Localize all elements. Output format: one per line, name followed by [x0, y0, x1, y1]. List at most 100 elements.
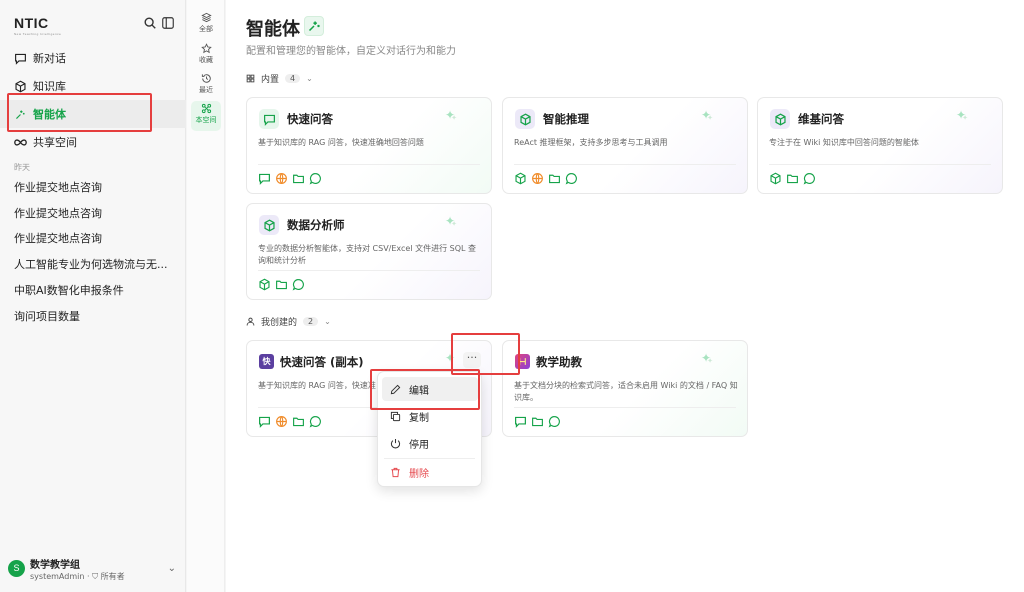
agent-context-menu: 编辑 复制 停用 删除 — [377, 371, 482, 487]
globe-tool-icon — [532, 173, 543, 184]
group-count: 4 — [285, 74, 301, 83]
search-icon[interactable] — [143, 16, 157, 30]
menu-item-disable[interactable]: 停用 — [382, 431, 478, 455]
globe-tool-icon — [276, 173, 287, 184]
sparkle-decor-icon: ✦ — [962, 114, 968, 122]
infinity-icon — [14, 138, 27, 146]
user-menu[interactable]: S 数学教学组 systemAdmin · ⛉ 所有者 ⌄ — [8, 554, 180, 586]
nav-item-agents[interactable]: 智能体 — [0, 100, 186, 128]
rail-item-this-space[interactable]: 本空间 — [191, 101, 221, 131]
layers-icon — [200, 12, 212, 23]
sparkle-decor-icon: ✦ — [451, 220, 457, 228]
globe-tool-icon — [276, 416, 287, 427]
logo-text: NTIC — [14, 15, 49, 31]
user-account-line: systemAdmin · ⛉ 所有者 — [30, 572, 125, 581]
folder-tool-icon — [532, 417, 543, 427]
trash-icon — [391, 467, 400, 477]
main-panel: 智能体 配置和管理您的智能体，自定义对话行为和能力 内置 4 ⌄ 快速问答 ✦ … — [226, 0, 1024, 592]
bubble-tool-icon — [309, 173, 321, 185]
power-icon — [390, 438, 401, 448]
folder-tool-icon — [293, 417, 304, 427]
menu-item-delete[interactable]: 删除 — [382, 460, 478, 484]
bubble-tool-icon — [309, 416, 321, 428]
pencil-icon — [390, 384, 401, 394]
nav-item-shared-space[interactable]: 共享空间 — [0, 128, 186, 156]
nav-label: 知识库 — [33, 80, 66, 93]
history-item[interactable]: 人工智能专业为何选物流与无... — [0, 251, 186, 277]
agent-badge-icon: 快 — [259, 354, 274, 369]
agent-card-reasoning[interactable]: 智能推理 ✦ ✦ ReAct 推理框架，支持多步思考与工具调用 — [502, 97, 748, 194]
chat-bubble-icon — [15, 53, 26, 65]
card-description: 基于知识库的 RAG 问答，快速准确地回答问题 — [258, 138, 424, 147]
cube-tool-icon — [515, 172, 526, 185]
nav-item-new-chat[interactable]: 新对话 — [0, 44, 186, 72]
agent-card-wiki-qa[interactable]: 维基问答 ✦ ✦ 专注于在 Wiki 知识库中回答问题的智能体 — [757, 97, 1003, 194]
group-label: 我创建的 — [261, 318, 298, 328]
card-description: 专业的数据分析智能体，支持对 CSV/Excel 文件进行 SQL 查询和统计分… — [258, 244, 477, 265]
avatar: S — [8, 560, 25, 577]
sparkle-decor-icon: ✦ — [444, 351, 455, 365]
rail-item-all[interactable]: 全部 — [191, 10, 221, 40]
network-icon — [201, 103, 211, 114]
history-item[interactable]: 作业提交地点咨询 — [0, 226, 186, 252]
card-title: 智能推理 — [543, 112, 589, 126]
chat-tool-icon — [259, 416, 270, 428]
chat-icon — [259, 109, 279, 129]
chevron-down-icon: ⌄ — [306, 74, 313, 83]
grid-icon — [246, 74, 255, 83]
chat-tool-icon — [515, 416, 526, 428]
card-title: 快速问答 — [287, 112, 333, 126]
cube-icon — [515, 109, 535, 129]
card-divider — [769, 164, 991, 165]
org-name: 数学教学组 — [30, 560, 80, 571]
menu-item-edit[interactable]: 编辑 — [382, 377, 478, 401]
history-icon — [201, 74, 211, 83]
sparkle-decor-icon: ✦ — [707, 114, 713, 122]
sparkle-icon — [16, 109, 25, 119]
card-divider — [514, 164, 736, 165]
nav-label: 智能体 — [33, 108, 66, 121]
card-tools — [258, 172, 322, 185]
agent-card-quick-qa[interactable]: 快速问答 ✦ ✦ 基于知识库的 RAG 问答，快速准确地回答问题 — [246, 97, 492, 194]
menu-divider — [384, 458, 475, 459]
user-icon — [246, 317, 255, 326]
page-subtitle: 配置和管理您的智能体，自定义对话行为和能力 — [246, 46, 456, 57]
history-item[interactable]: 询问项目数量 — [0, 303, 186, 329]
shield-icon: ⛉ — [92, 572, 99, 581]
folder-tool-icon — [293, 174, 304, 184]
chat-tool-icon — [259, 173, 270, 185]
logo-tagline: New Teaching Intelligence — [14, 32, 62, 36]
nav-item-knowledge-base[interactable]: 知识库 — [0, 72, 186, 100]
group-mine-header[interactable]: 我创建的 2 ⌄ — [246, 315, 331, 328]
sidebar-nav: 新对话 知识库 智能体 共享空间 — [0, 44, 186, 156]
rail-label: 最近 — [199, 86, 213, 94]
history-item[interactable]: 中职AI数智化申报条件 — [0, 277, 186, 303]
rail-label: 本空间 — [195, 116, 217, 124]
menu-item-copy[interactable]: 复制 — [382, 404, 478, 428]
app-logo[interactable]: NTIC New Teaching Intelligence — [14, 15, 61, 36]
history-item[interactable]: 作业提交地点咨询 — [0, 174, 186, 200]
more-options-button[interactable]: ··· — [463, 352, 481, 368]
menu-label: 停用 — [409, 439, 429, 451]
folder-tool-icon — [549, 174, 560, 184]
sidebar: NTIC New Teaching Intelligence 新对话 知识库 智… — [0, 0, 186, 592]
rail-item-recent[interactable]: 最近 — [191, 71, 221, 101]
card-tools — [514, 172, 578, 185]
history-item[interactable]: 作业提交地点咨询 — [0, 200, 186, 226]
group-builtin-header[interactable]: 内置 4 ⌄ — [246, 72, 313, 85]
card-tools — [514, 415, 561, 428]
cube-icon — [15, 80, 26, 92]
group-count: 2 — [303, 317, 319, 326]
card-divider — [258, 270, 480, 271]
menu-label: 编辑 — [409, 385, 429, 397]
card-divider — [258, 164, 480, 165]
bubble-tool-icon — [292, 279, 304, 291]
book-badge-icon — [515, 354, 530, 369]
agent-card-teaching-assistant[interactable]: 教学助教 ✦ ✦ 基于文档分块的检索式问答，适合未启用 Wiki 的文档 / F… — [502, 340, 748, 437]
rail-label: 全部 — [199, 25, 213, 33]
agent-card-data-analyst[interactable]: 数据分析师 ✦ ✦ 专业的数据分析智能体，支持对 CSV/Excel 文件进行 … — [246, 203, 492, 300]
sidebar-toggle-icon[interactable] — [161, 16, 175, 30]
folder-tool-icon — [787, 174, 798, 184]
copy-icon — [390, 411, 401, 421]
rail-item-favorites[interactable]: 收藏 — [191, 41, 221, 71]
